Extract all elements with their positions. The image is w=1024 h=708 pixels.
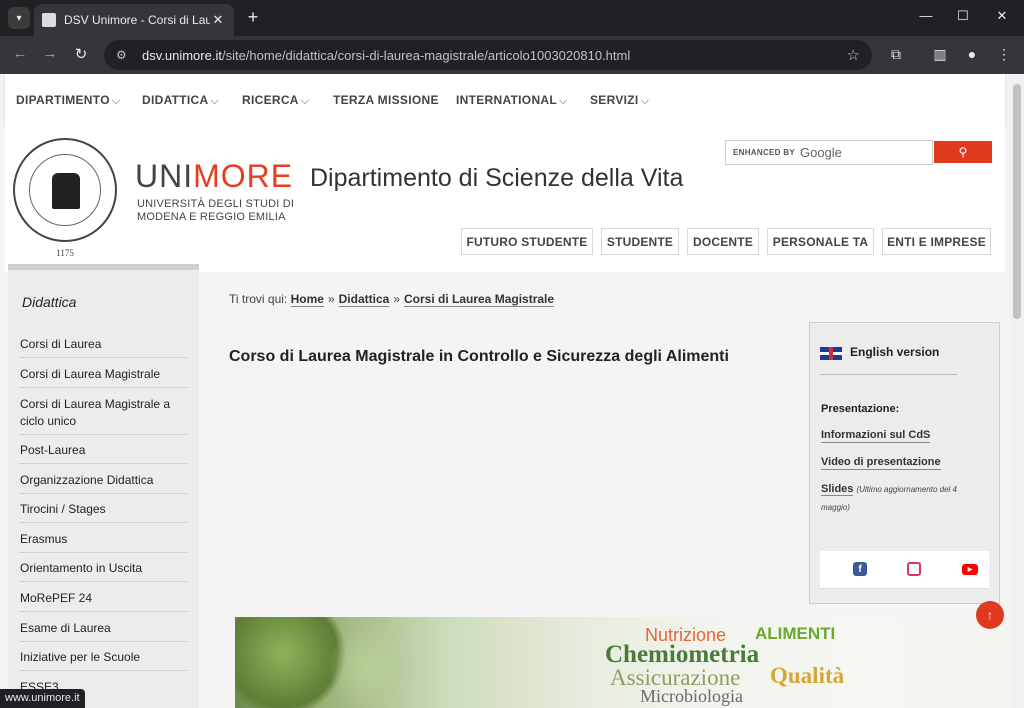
site-info-icon[interactable]: ⚙: [116, 48, 134, 62]
chevron-down-icon: ⌵: [210, 95, 220, 107]
minimize-icon[interactable]: —: [916, 8, 936, 23]
side-panel-icon[interactable]: ▥: [930, 46, 950, 63]
course-banner-image: Nutrizione ALIMENTI Chemiometria Assicur…: [235, 617, 1005, 708]
seal-inner-ring: [29, 154, 101, 226]
chevron-down-icon: ⌵: [300, 95, 310, 107]
status-bar-url: www.unimore.it: [0, 689, 85, 708]
audience-button-studente[interactable]: STUDENTE: [601, 228, 679, 255]
sidebar-item-magistrale-ciclo-unico[interactable]: Corsi di Laurea Magistrale a ciclo unico: [20, 396, 188, 435]
sidebar-item-erasmus[interactable]: Erasmus: [20, 531, 188, 553]
search-icon: ⚲: [958, 145, 968, 159]
nav-item-didattica[interactable]: DIDATTICA ⌵: [142, 93, 219, 108]
nav-item-ricerca[interactable]: RICERCA ⌵: [242, 93, 309, 108]
close-window-icon[interactable]: ✕: [992, 8, 1012, 24]
breadcrumb: Ti trovi qui: Home» Didattica» Corsi di La…: [229, 292, 555, 307]
breadcrumb-didattica[interactable]: Didattica: [338, 292, 390, 307]
menu-icon[interactable]: ⋮: [994, 46, 1014, 63]
extensions-icon[interactable]: ⧉: [886, 46, 906, 63]
banner-leaf-decoration: [325, 627, 415, 707]
breadcrumb-separator: »: [393, 292, 400, 306]
forward-icon[interactable]: →: [40, 45, 60, 62]
breadcrumb-corsi-magistrale[interactable]: Corsi di Laurea Magistrale: [404, 292, 555, 307]
page-scrollbar[interactable]: [1010, 74, 1024, 708]
back-icon[interactable]: ←: [10, 45, 30, 62]
instagram-icon[interactable]: [907, 562, 921, 576]
url-text[interactable]: dsv.unimore.it/site/home/didattica/corsi…: [142, 48, 630, 63]
video-presentazione-link[interactable]: Video di presentazione: [821, 456, 941, 470]
breadcrumb-prefix: Ti trovi qui:: [229, 292, 288, 306]
audience-button-enti-imprese[interactable]: ENTI E IMPRESE: [882, 228, 991, 255]
brand-subtitle-2: MODENA E REGGIO EMILIA: [137, 211, 286, 223]
sidebar-item-tirocini[interactable]: Tirocini / Stages: [20, 501, 188, 523]
tab-title: DSV Unimore - Corsi di Laurea Magistrale: [64, 13, 210, 27]
tab-bar: ▾ DSV Unimore - Corsi di Laurea Magistra…: [0, 0, 1024, 36]
nav-item-dipartimento[interactable]: DIPARTIMENTO ⌵: [16, 93, 120, 108]
sidebar: Didattica Corsi di Laurea Corsi di Laure…: [8, 264, 199, 708]
address-bar[interactable]: ⚙ dsv.unimore.it/site/home/didattica/cor…: [104, 40, 872, 70]
sidebar-item-corsi-magistrale[interactable]: Corsi di Laurea Magistrale: [20, 366, 188, 388]
sidebar-item-organizzazione-didattica[interactable]: Organizzazione Didattica: [20, 472, 188, 494]
brand-logo[interactable]: UNIMORE: [135, 158, 293, 195]
audience-button-futuro-studente[interactable]: FUTURO STUDENTE: [461, 228, 593, 255]
department-title[interactable]: Dipartimento di Scienze della Vita: [310, 164, 683, 193]
browser-toolbar: ← → ↻ ⚙ dsv.unimore.it/site/home/didatti…: [0, 36, 1024, 74]
site-header: 1175 UNIMORE UNIVERSITÀ DEGLI STUDI DI M…: [5, 126, 1005, 272]
search-google-label: Google: [799, 145, 842, 160]
bookmark-star-icon[interactable]: ☆: [847, 46, 860, 64]
favicon-icon: [42, 13, 56, 27]
profile-icon[interactable]: ●: [962, 46, 982, 62]
banner-word-qualita: Qualità: [770, 663, 845, 688]
sidebar-title: Didattica: [22, 294, 77, 310]
university-seal-logo[interactable]: 1175: [13, 138, 117, 258]
search-enhanced-label: ENHANCED BY: [733, 148, 795, 157]
chevron-down-icon: ⌵: [640, 95, 650, 107]
youtube-icon[interactable]: ▶: [962, 564, 978, 575]
scrollbar-thumb[interactable]: [1013, 84, 1021, 319]
new-tab-button[interactable]: +: [243, 7, 263, 27]
slides-note: (Ultimo aggiornamento del 4: [856, 485, 957, 494]
page-title: Corso di Laurea Magistrale in Controllo …: [229, 348, 729, 365]
seal-figure-icon: [52, 173, 80, 209]
sidebar-item-morepef[interactable]: MoRePEF 24: [20, 590, 188, 612]
sidebar-item-orientamento[interactable]: Orientamento in Uscita: [20, 560, 188, 582]
tab-close-icon[interactable]: ✕: [210, 12, 226, 28]
search-input[interactable]: ENHANCED BY Google: [725, 140, 933, 165]
banner-word-microbiologia: Microbiologia: [640, 686, 743, 706]
slides-note-continued: maggio): [821, 503, 850, 512]
page-viewport: DIPARTIMENTO ⌵ DIDATTICA ⌵ RICERCA ⌵ TERZA …: [0, 74, 1010, 708]
nav-item-servizi[interactable]: SERVIZI ⌵: [590, 93, 649, 108]
slides-link[interactable]: Slides (Ultimo aggiornamento del 4: [821, 483, 957, 496]
arrow-up-icon: ↑: [987, 608, 993, 622]
social-links: f ▶: [820, 551, 989, 589]
sidebar-item-iniziative-scuole[interactable]: Iniziative per le Scuole: [20, 649, 188, 671]
brand-subtitle-1: UNIVERSITÀ DEGLI STUDI DI: [137, 198, 295, 210]
search-button[interactable]: ⚲: [934, 141, 992, 163]
chevron-down-icon: ⌵: [111, 95, 121, 107]
audience-button-docente[interactable]: DOCENTE: [687, 228, 759, 255]
audience-button-personale-ta[interactable]: PERSONALE TA: [767, 228, 874, 255]
sidebar-item-post-laurea[interactable]: Post-Laurea: [20, 442, 188, 464]
reload-icon[interactable]: ↻: [71, 45, 91, 63]
maximize-icon[interactable]: ☐: [953, 8, 973, 24]
seal-year: 1175: [56, 248, 74, 258]
nav-item-terza-missione[interactable]: TERZA MISSIONE: [333, 93, 439, 107]
sidebar-item-corsi-di-laurea[interactable]: Corsi di Laurea: [20, 336, 188, 358]
back-to-top-button[interactable]: ↑: [976, 601, 1004, 629]
english-version-link[interactable]: English version: [820, 345, 957, 375]
presentazione-label: Presentazione:: [821, 403, 900, 415]
uk-flag-icon: [820, 347, 842, 360]
breadcrumb-separator: »: [327, 292, 335, 306]
tab-search-icon[interactable]: ▾: [8, 7, 30, 29]
tab-active[interactable]: DSV Unimore - Corsi di Laurea Magistrale…: [34, 4, 234, 36]
chevron-down-icon: ⌵: [559, 95, 568, 107]
info-box: English version Presentazione: Informazi…: [809, 322, 1000, 604]
nav-item-international[interactable]: INTERNATIONAL ⌵: [456, 93, 568, 108]
main-navigation: DIPARTIMENTO ⌵ DIDATTICA ⌵ RICERCA ⌵ TERZA …: [5, 74, 1005, 126]
breadcrumb-home[interactable]: Home: [290, 292, 324, 307]
banner-word-alimenti: ALIMENTI: [755, 624, 836, 643]
sidebar-item-esame-di-laurea[interactable]: Esame di Laurea: [20, 620, 188, 642]
informazioni-cds-link[interactable]: Informazioni sul CdS: [821, 429, 931, 443]
facebook-icon[interactable]: f: [853, 562, 867, 576]
